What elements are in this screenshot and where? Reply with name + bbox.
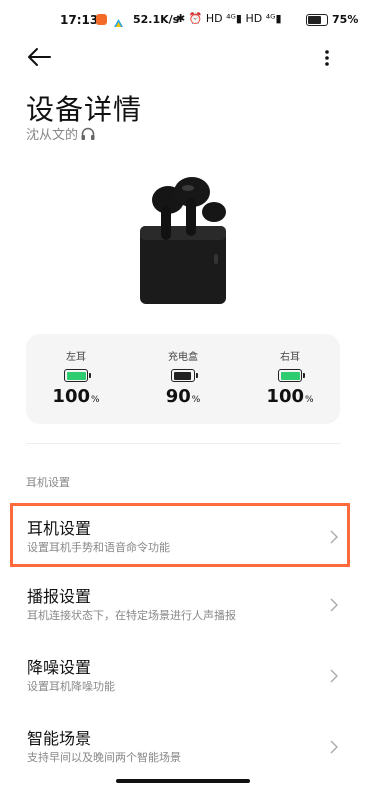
battery-icon bbox=[64, 369, 91, 382]
home-indicator[interactable] bbox=[116, 779, 250, 783]
item-description: 支持早间以及晚间两个智能场景 bbox=[27, 751, 181, 764]
battery-icon bbox=[171, 369, 198, 382]
battery-status-card: 左耳 100% 充电盒 90% 右耳 100% bbox=[26, 334, 340, 424]
headphone-icon bbox=[80, 126, 96, 142]
app-notification-icon-2 bbox=[113, 14, 124, 27]
item-title: 智能场景 bbox=[27, 729, 92, 748]
item-description: 耳机连接状态下，在特定场景进行人声播报 bbox=[27, 609, 236, 622]
status-battery-icon bbox=[306, 14, 328, 26]
battery-value: 100% bbox=[52, 386, 100, 407]
left-earbud-battery: 左耳 100% bbox=[26, 334, 126, 424]
item-title: 耳机设置 bbox=[27, 519, 92, 538]
owner-name: 沈从文的 bbox=[26, 128, 79, 143]
status-time: 17:13 bbox=[60, 13, 99, 27]
app-notification-icon bbox=[96, 14, 107, 25]
case-battery: 充电盒 90% bbox=[133, 334, 233, 424]
earbuds-case-image bbox=[128, 170, 240, 310]
smart-scene-item[interactable]: 智能场景 支持早间以及晚间两个智能场景 bbox=[10, 713, 350, 777]
item-title: 播报设置 bbox=[27, 587, 92, 606]
item-description: 设置耳机降噪功能 bbox=[27, 680, 115, 693]
battery-value: 90% bbox=[165, 386, 201, 407]
earphone-settings-item[interactable]: 耳机设置 设置耳机手势和语音命令功能 bbox=[10, 503, 350, 567]
network-speed: 52.1K/s bbox=[133, 13, 180, 26]
broadcast-settings-item[interactable]: 播报设置 耳机连接状态下，在特定场景进行人声播报 bbox=[10, 571, 350, 635]
status-battery-percent: 75% bbox=[332, 13, 359, 26]
battery-icon bbox=[278, 369, 305, 382]
chevron-right-icon bbox=[330, 529, 338, 544]
item-title: 降噪设置 bbox=[27, 658, 92, 677]
more-options-icon[interactable] bbox=[319, 46, 335, 70]
status-icons: ✱ ⏰ HD ⁴ᴳ▮ HD ⁴ᴳ▮ bbox=[176, 12, 282, 25]
divider bbox=[26, 443, 341, 444]
section-title: 耳机设置 bbox=[26, 476, 70, 489]
battery-label: 充电盒 bbox=[168, 352, 198, 363]
chevron-right-icon bbox=[330, 739, 338, 754]
chevron-right-icon bbox=[330, 597, 338, 612]
noise-cancel-settings-item[interactable]: 降噪设置 设置耳机降噪功能 bbox=[10, 642, 350, 706]
battery-value: 100% bbox=[266, 386, 314, 407]
battery-label: 右耳 bbox=[280, 352, 300, 363]
item-description: 设置耳机手势和语音命令功能 bbox=[27, 541, 170, 554]
page-title: 设备详情 bbox=[26, 93, 143, 126]
chevron-right-icon bbox=[330, 668, 338, 683]
back-arrow-icon[interactable] bbox=[26, 45, 52, 69]
status-bar: 17:13 52.1K/s ✱ ⏰ HD ⁴ᴳ▮ HD ⁴ᴳ▮ 75% bbox=[0, 0, 367, 40]
device-owner: 沈从文的 bbox=[26, 124, 96, 143]
right-earbud-battery: 右耳 100% bbox=[240, 334, 340, 424]
battery-label: 左耳 bbox=[66, 352, 86, 363]
